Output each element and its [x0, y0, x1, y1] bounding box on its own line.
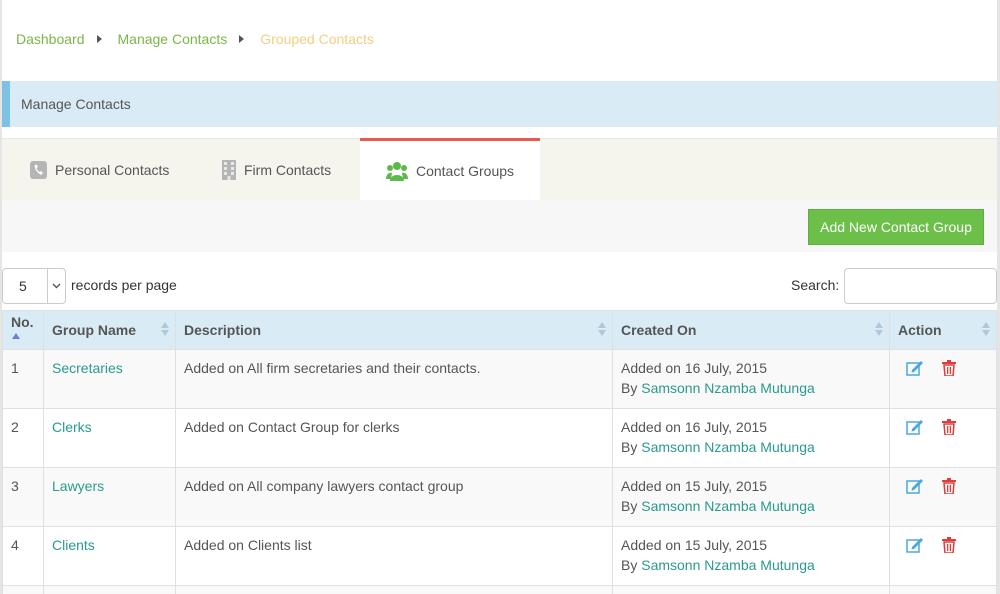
group-name-link[interactable]: Clients: [52, 537, 95, 553]
created-date: Added on 16 July, 2015: [621, 360, 768, 376]
cell-group-name: [43, 585, 176, 594]
cell-description: Added on Clients list: [175, 526, 613, 586]
cell-group-name: Clients: [43, 526, 176, 586]
created-date: Added on 15 July, 2015: [621, 537, 768, 553]
cell-no: 1: [2, 349, 44, 409]
creator-link[interactable]: Samsonn Nzamba Mutunga: [641, 439, 815, 455]
sort-icon: [875, 322, 883, 336]
cell-no: [2, 585, 44, 594]
chevron-down-icon: [47, 269, 65, 303]
tab-bar: Personal Contacts Firm Contacts Contact …: [2, 138, 997, 201]
building-icon: [222, 160, 236, 180]
cell-action: [889, 585, 997, 594]
created-by-prefix: By: [621, 380, 638, 396]
breadcrumb-manage-contacts[interactable]: Manage Contacts: [118, 31, 228, 47]
tab-label: Personal Contacts: [55, 162, 170, 178]
search-input[interactable]: [844, 268, 997, 304]
group-name-link[interactable]: Secretaries: [52, 360, 123, 376]
delete-icon[interactable]: [942, 478, 956, 494]
cell-created-on: Added on 15 July, 2015 By Samsonn Nzamba…: [612, 467, 890, 527]
sort-icon: [161, 322, 169, 336]
cell-action: [889, 408, 997, 468]
column-header-description[interactable]: Description: [175, 310, 613, 350]
breadcrumb-separator-icon: [239, 35, 245, 43]
cell-description: Added on Contact Group for clerks: [175, 408, 613, 468]
group-name-link[interactable]: Lawyers: [52, 478, 104, 494]
column-header-group-name[interactable]: Group Name: [43, 310, 176, 350]
tab-label: Firm Contacts: [244, 162, 332, 178]
edit-icon[interactable]: [906, 478, 924, 494]
creator-link[interactable]: Samsonn Nzamba Mutunga: [641, 557, 815, 573]
edit-icon[interactable]: [906, 537, 924, 553]
cell-action: [889, 526, 997, 586]
delete-icon[interactable]: [942, 360, 956, 376]
sort-asc-icon: [12, 333, 20, 339]
table-row: 4 Clients Added on Clients list Added on…: [2, 526, 997, 586]
add-contact-group-button[interactable]: Add New Contact Group: [808, 209, 984, 245]
created-date: Added on 15 July, 2015: [621, 478, 768, 494]
sort-icon: [982, 322, 990, 336]
created-by-prefix: By: [621, 439, 638, 455]
cell-created-on: Added on 15 July, 2015 By Samsonn Nzamba…: [612, 526, 890, 586]
created-by-prefix: By: [621, 557, 638, 573]
cell-action: [889, 467, 997, 527]
cell-created-on: Added on 16 July, 2015 By Samsonn Nzamba…: [612, 349, 890, 409]
records-per-page-value: 5: [19, 278, 27, 294]
creator-link[interactable]: Samsonn Nzamba Mutunga: [641, 380, 815, 396]
column-header-no[interactable]: No.: [2, 310, 44, 350]
breadcrumb-separator-icon: [96, 35, 102, 43]
table-row: 1 Secretaries Added on All firm secretar…: [2, 349, 997, 409]
delete-icon[interactable]: [942, 419, 956, 435]
records-per-page-label: records per page: [71, 277, 177, 293]
records-per-page-select[interactable]: 5: [2, 268, 66, 304]
search-label: Search:: [791, 277, 840, 293]
table-row: [2, 585, 997, 594]
breadcrumb: Dashboard Manage Contacts Grouped Contac…: [16, 31, 374, 47]
cell-created-on: Added on 16 July, 2015 By Samsonn Nzamba…: [612, 408, 890, 468]
cell-group-name: Secretaries: [43, 349, 176, 409]
sort-icon: [598, 322, 606, 336]
panel-header: Manage Contacts: [2, 81, 997, 127]
created-date: Added on 16 July, 2015: [621, 419, 768, 435]
breadcrumb-current: Grouped Contacts: [260, 31, 374, 47]
toolbar: Add New Contact Group: [2, 200, 997, 252]
cell-action: [889, 349, 997, 409]
creator-link[interactable]: Samsonn Nzamba Mutunga: [641, 498, 815, 514]
tab-personal-contacts[interactable]: Personal Contacts: [30, 139, 169, 201]
users-icon: [385, 161, 408, 181]
breadcrumb-dashboard[interactable]: Dashboard: [16, 31, 85, 47]
cell-description: Added on All firm secretaries and their …: [175, 349, 613, 409]
tab-contact-groups[interactable]: Contact Groups: [360, 138, 540, 201]
tab-label: Contact Groups: [415, 163, 515, 179]
cell-description: [175, 585, 613, 594]
tab-firm-contacts[interactable]: Firm Contacts: [222, 139, 331, 201]
cell-group-name: Lawyers: [43, 467, 176, 527]
phone-icon: [30, 161, 47, 179]
column-header-created-on[interactable]: Created On: [612, 310, 890, 350]
contact-groups-table: No. Group Name Description Created On Ac…: [2, 310, 997, 594]
edit-icon[interactable]: [906, 419, 924, 435]
cell-group-name: Clerks: [43, 408, 176, 468]
cell-no: 3: [2, 467, 44, 527]
created-by-prefix: By: [621, 498, 638, 514]
cell-created-on: [612, 585, 890, 594]
delete-icon[interactable]: [942, 537, 956, 553]
column-header-action[interactable]: Action: [889, 310, 997, 350]
cell-no: 2: [2, 408, 44, 468]
table-row: 3 Lawyers Added on All company lawyers c…: [2, 467, 997, 527]
group-name-link[interactable]: Clerks: [52, 419, 92, 435]
edit-icon[interactable]: [906, 360, 924, 376]
panel-title: Manage Contacts: [21, 96, 131, 112]
table-row: 2 Clerks Added on Contact Group for cler…: [2, 408, 997, 468]
cell-no: 4: [2, 526, 44, 586]
cell-description: Added on All company lawyers contact gro…: [175, 467, 613, 527]
